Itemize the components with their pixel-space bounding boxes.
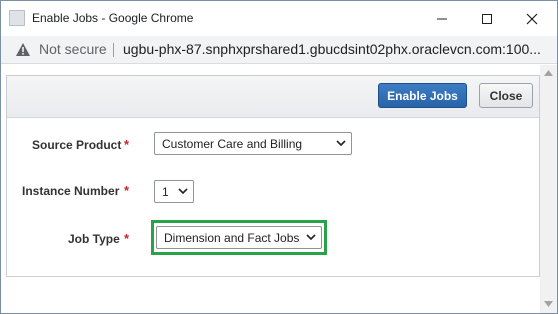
- source-product-label: Source Product: [32, 138, 122, 152]
- window-title: Enable Jobs - Google Chrome: [32, 11, 194, 25]
- chevron-down-icon: [178, 188, 188, 195]
- job-type-select[interactable]: Dimension and Fact Jobs: [156, 226, 322, 249]
- chevron-down-icon: [336, 140, 346, 147]
- source-product-select[interactable]: Customer Care and Billing: [154, 132, 352, 155]
- address-separator: [113, 43, 114, 57]
- url-text[interactable]: ugbu-phx-87.snphxprshared1.gbucdsint02ph…: [123, 41, 543, 57]
- close-window-button[interactable]: [509, 1, 555, 36]
- page-content: Enable Jobs Close Source Product * Custo…: [1, 65, 557, 313]
- minimize-button[interactable]: [419, 1, 465, 36]
- maximize-icon: [482, 13, 492, 24]
- security-status-label[interactable]: Not secure: [39, 41, 107, 57]
- chevron-down-icon: [306, 234, 316, 241]
- instance-number-select[interactable]: 1: [154, 180, 194, 203]
- enable-jobs-button[interactable]: Enable Jobs: [378, 83, 467, 108]
- address-bar[interactable]: Not secure ugbu-phx-87.snphxprshared1.gb…: [1, 36, 557, 64]
- instance-number-value: 1: [162, 184, 169, 199]
- title-bar: Enable Jobs - Google Chrome: [1, 1, 557, 36]
- maximize-button[interactable]: [464, 1, 510, 36]
- close-button[interactable]: Close: [479, 83, 533, 108]
- minimize-icon: [437, 18, 447, 19]
- instance-number-required-marker: *: [124, 183, 130, 198]
- scroll-up-icon[interactable]: [544, 70, 553, 76]
- enable-jobs-panel: Enable Jobs Close Source Product * Custo…: [6, 75, 540, 277]
- source-product-required-marker: *: [124, 137, 130, 152]
- job-type-required-marker: *: [124, 231, 130, 246]
- panel-toolbar: Enable Jobs Close: [7, 76, 539, 118]
- instance-number-label: Instance Number: [22, 184, 120, 198]
- job-type-label: Job Type: [68, 232, 120, 246]
- source-product-value: Customer Care and Billing: [162, 136, 303, 151]
- close-icon: [526, 13, 538, 24]
- job-type-value: Dimension and Fact Jobs: [164, 230, 300, 245]
- browser-popup-window: Enable Jobs - Google Chrome Not secure u…: [0, 0, 558, 314]
- vertical-scrollbar[interactable]: [540, 65, 557, 313]
- page-favicon-icon: [9, 10, 25, 26]
- scroll-down-icon[interactable]: [544, 301, 553, 307]
- warning-icon[interactable]: [15, 42, 31, 58]
